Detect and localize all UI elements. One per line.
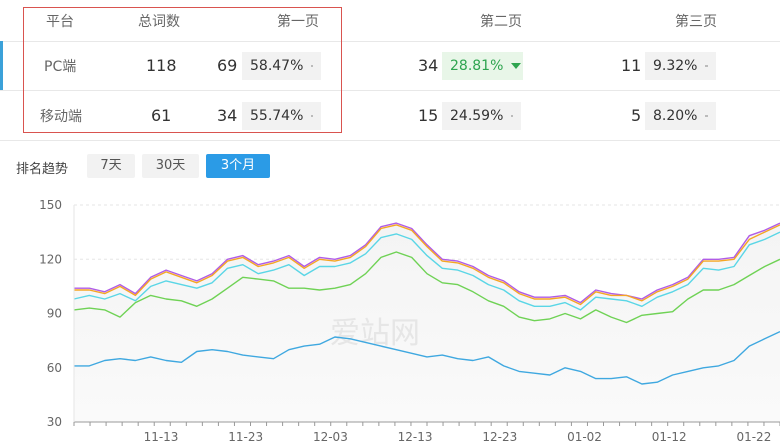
area-fill (74, 223, 780, 422)
page2-percent-badge: 24.59% (442, 101, 521, 130)
x-tick-label: 01-02 (567, 430, 602, 444)
page1-percent: 55.74% (250, 107, 304, 124)
range-7-days-button[interactable]: 7天 (87, 154, 135, 178)
x-tick-label: 11-13 (144, 430, 179, 444)
ranking-trend-chart: 爱站网 30 60 90 120 150 11-13 11-23 12-03 12-13 12-2… (39, 198, 780, 444)
platform-label: PC端 (44, 58, 77, 75)
range-3-months-button[interactable]: 3个月 (206, 154, 270, 178)
page2-count: 15 (418, 106, 439, 125)
page3-count: 5 (631, 106, 642, 125)
y-tick-label: 90 (47, 307, 62, 321)
header-page-3: 第三页 (675, 13, 717, 30)
header-platform: 平台 (46, 13, 74, 30)
flat-trend-icon (311, 114, 313, 117)
x-tick-label: 12-23 (482, 430, 517, 444)
header-total-words: 总词数 (138, 13, 180, 30)
y-tick-label: 30 (47, 415, 62, 429)
trend-label: 排名趋势 (16, 162, 69, 177)
flat-trend-icon (511, 114, 513, 117)
x-tick-label: 11-23 (228, 430, 263, 444)
x-tick-label: 12-03 (313, 430, 348, 444)
page2-percent: 28.81% (450, 57, 504, 74)
watermark-text: 爱站网 (330, 316, 420, 351)
flat-trend-icon (311, 64, 313, 67)
header-page-2: 第二页 (480, 13, 522, 30)
flat-trend-icon (705, 114, 708, 117)
range-30-days-button[interactable]: 30天 (142, 154, 199, 178)
page2-percent-badge: 28.81% (442, 51, 523, 80)
header-page-1: 第一页 (277, 13, 319, 30)
flat-trend-icon (705, 64, 708, 67)
page3-percent: 8.20% (653, 107, 698, 124)
y-tick-label: 120 (39, 252, 62, 266)
down-arrow-icon (511, 62, 522, 69)
table-row-mobile[interactable]: 移动端 61 34 55.74% 15 24.59% 5 8.20% (0, 91, 780, 141)
page1-percent-badge: 58.47% (242, 51, 321, 80)
ranking-table: 平台 总词数 第一页 第二页 第三页 PC端 118 69 58.47% 34 … (0, 0, 780, 141)
page3-percent: 9.32% (653, 57, 698, 74)
x-tick-label: 01-22 (736, 430, 771, 444)
platform-label: 移动端 (40, 108, 82, 125)
page3-percent-badge: 9.32% (645, 51, 716, 80)
total-words-value: 61 (151, 106, 172, 125)
page3-percent-badge: 8.20% (645, 101, 716, 130)
page1-count: 34 (217, 106, 238, 125)
page1-count: 69 (217, 56, 238, 75)
page2-count: 34 (418, 56, 439, 75)
trend-toolbar: 排名趋势 7天 30天 3个月 (0, 152, 780, 182)
page1-percent-badge: 55.74% (242, 101, 321, 130)
x-tick-label: 01-12 (652, 430, 687, 444)
total-words-value: 118 (146, 56, 177, 75)
chart-area (74, 223, 780, 422)
y-tick-label: 150 (39, 198, 62, 212)
y-tick-label: 60 (47, 361, 62, 375)
page1-percent: 58.47% (250, 57, 304, 74)
table-header-row: 平台 总词数 第一页 第二页 第三页 (0, 0, 780, 42)
page2-percent: 24.59% (450, 107, 504, 124)
page3-count: 11 (621, 56, 642, 75)
x-tick-label: 12-13 (398, 430, 433, 444)
table-row-pc[interactable]: PC端 118 69 58.47% 34 28.81% 11 9.32% (0, 41, 780, 91)
